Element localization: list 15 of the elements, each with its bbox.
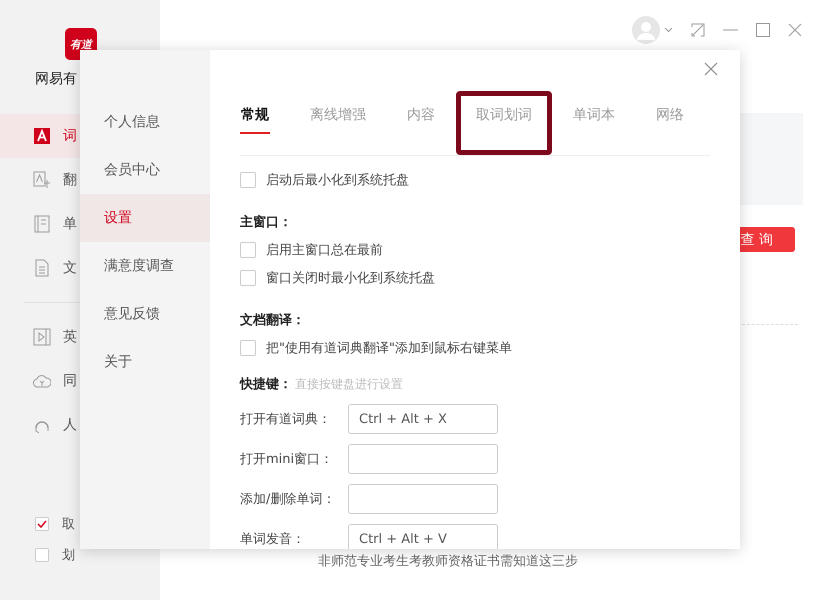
shortcut-label: 打开有道词典： bbox=[240, 411, 332, 428]
option-label: 启动后最小化到系统托盘 bbox=[266, 172, 409, 189]
option-label: 窗口关闭时最小化到系统托盘 bbox=[266, 270, 435, 287]
section-title: 主窗口： bbox=[240, 214, 293, 231]
toggle-label: 划 bbox=[62, 547, 75, 564]
option-label: 把"使用有道词典翻译"添加到鼠标右键菜单 bbox=[266, 340, 512, 357]
section-title: 文档翻译： bbox=[240, 312, 306, 329]
shortcut-label: 单词发音： bbox=[240, 531, 306, 548]
shortcut-label: 添加/删除单词： bbox=[240, 491, 336, 508]
hint-text: 直接按键盘进行设置 bbox=[295, 376, 403, 393]
option-label: 启用主窗口总在最前 bbox=[266, 242, 383, 259]
app-name: 网易有 bbox=[35, 70, 78, 88]
toggle-label: 取 bbox=[62, 516, 75, 533]
shortcut-label: 打开mini窗口： bbox=[240, 451, 334, 468]
section-title: 快捷键： bbox=[240, 376, 292, 393]
